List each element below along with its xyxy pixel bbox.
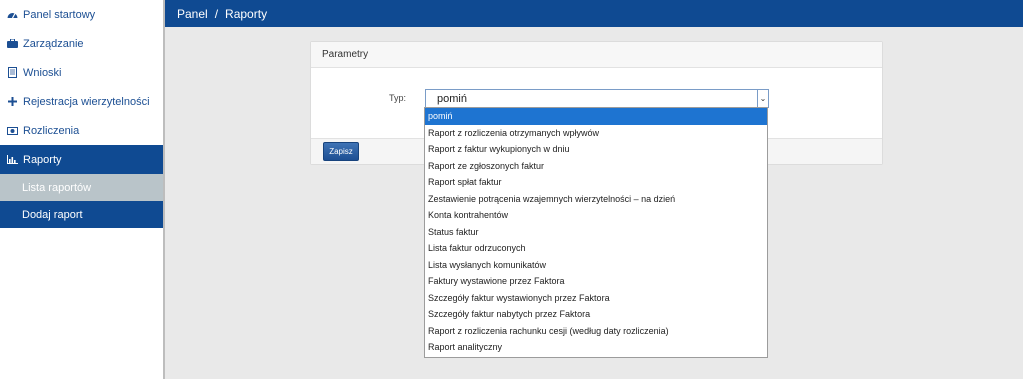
sidebar-item-label: Raporty [23, 153, 62, 166]
dropdown-option[interactable]: Konta kontrahentów [425, 207, 767, 224]
sidebar-item-raporty[interactable]: Raporty [0, 145, 163, 174]
sidebar-item-label: Zarządzanie [23, 37, 84, 50]
sidebar-item-label: Wnioski [23, 66, 62, 79]
dropdown-option[interactable]: Raport z rozliczenia rachunku cesji (wed… [425, 323, 767, 340]
sidebar-item-rozliczenia[interactable]: Rozliczenia [0, 116, 163, 145]
sidebar-item-panel-startowy[interactable]: Panel startowy [0, 0, 163, 29]
breadcrumb-separator: / [214, 6, 219, 21]
dropdown-option[interactable]: Szczegóły faktur nabytych przez Faktora [425, 306, 767, 323]
dropdown-option[interactable]: Raport spłat faktur [425, 174, 767, 191]
dropdown-option[interactable]: Faktury wystawione przez Faktora [425, 273, 767, 290]
sidebar: Panel startowy Zarządzanie Wnioski Rejes… [0, 0, 165, 379]
dropdown-option[interactable]: Status faktur [425, 224, 767, 241]
report-type-dropdown-list[interactable]: pomiń Raport z rozliczenia otrzymanych w… [424, 107, 768, 358]
report-type-select[interactable]: pomiń ⌄ [425, 89, 769, 108]
breadcrumb: Panel / Raporty [165, 0, 1023, 27]
sidebar-item-rejestracja[interactable]: Rejestracja wierzytelności [0, 87, 163, 116]
sidebar-item-label: Rozliczenia [23, 124, 80, 137]
sidebar-subitem-lista-raportow[interactable]: Lista raportów [0, 174, 163, 201]
dropdown-option[interactable]: Lista faktur odrzuconych [425, 240, 767, 257]
dropdown-option[interactable]: Lista wysłanych komunikatów [425, 257, 767, 274]
dropdown-option[interactable]: Raport z faktur wykupionych w dniu [425, 141, 767, 158]
money-icon [7, 125, 18, 136]
dropdown-option[interactable]: Szczegóły faktur wystawionych przez Fakt… [425, 290, 767, 307]
select-value: pomiń [437, 92, 467, 105]
save-button[interactable]: Zapisz [323, 142, 359, 161]
dropdown-option[interactable]: Raport ze zgłoszonych faktur [425, 158, 767, 175]
breadcrumb-current: Raporty [225, 6, 268, 21]
sidebar-subitem-label: Lista raportów [22, 181, 92, 194]
sidebar-subitem-label: Dodaj raport [22, 208, 83, 221]
dropdown-option[interactable]: Raport analityczny [425, 339, 767, 356]
breadcrumb-root-link[interactable]: Panel [177, 7, 208, 21]
sidebar-item-label: Rejestracja wierzytelności [23, 95, 150, 108]
typ-label: Typ: [389, 93, 407, 103]
document-icon [7, 67, 18, 78]
briefcase-icon [7, 38, 18, 49]
dropdown-option[interactable]: Zestawienie potrącenia wzajemnych wierzy… [425, 191, 767, 208]
chevron-down-icon[interactable]: ⌄ [757, 90, 768, 107]
panel-title: Parametry [311, 42, 882, 68]
dashboard-icon [7, 9, 18, 20]
bar-chart-icon [7, 154, 18, 165]
sidebar-item-label: Panel startowy [23, 8, 96, 21]
plus-icon [7, 96, 18, 107]
sidebar-item-wnioski[interactable]: Wnioski [0, 58, 163, 87]
sidebar-item-zarzadzanie[interactable]: Zarządzanie [0, 29, 163, 58]
dropdown-option[interactable]: Raport z rozliczenia otrzymanych wpływów [425, 125, 767, 142]
dropdown-option[interactable]: pomiń [425, 108, 767, 125]
sidebar-subitem-dodaj-raport[interactable]: Dodaj raport [0, 201, 163, 228]
